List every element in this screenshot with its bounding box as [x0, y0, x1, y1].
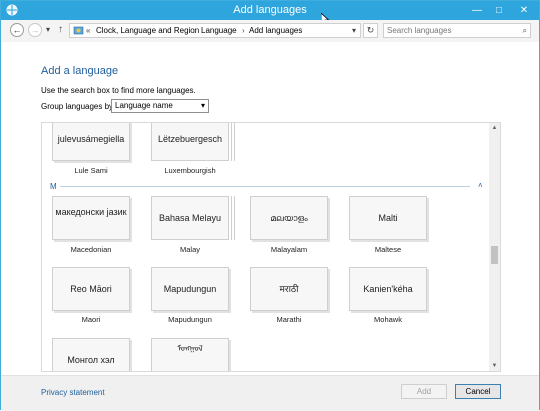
page-title: Add a language: [41, 65, 119, 77]
address-overflow[interactable]: «: [86, 24, 90, 37]
language-label: Malayalam: [270, 245, 308, 254]
group-by-value: Language name: [115, 101, 173, 110]
group-by-label: Group languages by:: [41, 102, 116, 111]
instruction-text: Use the search box to find more language…: [41, 86, 196, 95]
collapse-group-icon[interactable]: ˄: [478, 181, 483, 190]
language-label: Luxembourgish: [164, 166, 216, 175]
scroll-down-icon[interactable]: ▼: [489, 363, 500, 369]
group-by-select[interactable]: Language name ▾: [111, 99, 209, 113]
language-label: Lule Sami: [74, 166, 108, 175]
chevron-down-icon: ▾: [200, 101, 205, 110]
language-tile-macedonian[interactable]: македонски јазик: [52, 196, 130, 240]
close-button[interactable]: ✕: [509, 1, 539, 20]
breadcrumb-add-languages[interactable]: Add languages: [249, 24, 302, 37]
breadcrumb-separator[interactable]: ›: [194, 24, 197, 37]
cancel-button[interactable]: Cancel: [455, 384, 501, 399]
forward-button[interactable]: →: [28, 23, 42, 37]
scroll-up-icon[interactable]: ▲: [489, 125, 500, 131]
address-dropdown-icon[interactable]: ▾: [352, 24, 356, 37]
recent-locations-dropdown[interactable]: ▾: [46, 25, 50, 34]
maximize-button[interactable]: □: [488, 1, 510, 20]
navigation-bar: ← → ▾ ↑ « Clock, Language and Region › L…: [1, 20, 539, 42]
search-input[interactable]: Search languages ⌕: [383, 23, 531, 38]
refresh-button[interactable]: ↻: [363, 23, 378, 38]
language-tile-luxembourgish[interactable]: Lëtzebuergesch: [151, 123, 229, 161]
minimize-button[interactable]: —: [466, 1, 488, 20]
language-tile-malayalam[interactable]: മലയാളം: [250, 196, 328, 240]
language-label: Malay: [179, 245, 200, 254]
language-label: Macedonian: [70, 245, 112, 254]
content-area: Add a language Use the search box to fin…: [1, 42, 539, 375]
breadcrumb-separator[interactable]: ›: [242, 24, 245, 37]
language-label: Marathi: [276, 315, 302, 324]
search-placeholder: Search languages: [387, 26, 452, 35]
language-tile-mohawk[interactable]: Kanien'kéha: [349, 267, 427, 311]
up-button[interactable]: ↑: [58, 24, 63, 35]
language-tile-maori[interactable]: Reo Māori: [52, 267, 130, 311]
breadcrumb-clock-language-region[interactable]: Clock, Language and Region: [96, 24, 199, 37]
footer: Privacy statement Add Cancel: [1, 375, 539, 411]
add-button[interactable]: Add: [401, 384, 447, 399]
language-label: Mapudungun: [168, 315, 212, 324]
language-tile-mongolian[interactable]: Монгол хэл: [52, 338, 130, 371]
language-tile-malay[interactable]: Bahasa Melayu: [151, 196, 229, 240]
language-label: Maori: [81, 315, 101, 324]
language-tile-marathi[interactable]: मराठी: [250, 267, 328, 311]
search-icon[interactable]: ⌕: [523, 24, 527, 37]
language-tile-maltese[interactable]: Malti: [349, 196, 427, 240]
language-tile-mongolian-traditional[interactable]: ᠮᠣᠩᠭᠣᠯ: [151, 338, 229, 371]
group-divider: [60, 186, 470, 187]
control-panel-icon: [73, 26, 84, 35]
title-bar[interactable]: Add languages — □ ✕: [1, 1, 539, 25]
language-label: Maltese: [374, 245, 402, 254]
back-button[interactable]: ←: [10, 23, 24, 37]
breadcrumb-language[interactable]: Language: [201, 24, 237, 37]
language-list[interactable]: julevusámegiella Lule Sami Lëtzebuergesc…: [41, 122, 501, 372]
window-title: Add languages: [233, 4, 307, 16]
language-tile-lule-sami[interactable]: julevusámegiella: [52, 123, 130, 161]
scroll-thumb[interactable]: [491, 246, 498, 264]
vertical-scrollbar[interactable]: ▲ ▼: [489, 123, 500, 371]
language-tile-mapudungun[interactable]: Mapudungun: [151, 267, 229, 311]
privacy-statement-link[interactable]: Privacy statement: [41, 388, 105, 397]
group-header-m[interactable]: M: [50, 182, 57, 191]
language-label: Mohawk: [374, 315, 402, 324]
address-bar[interactable]: « Clock, Language and Region › Language …: [69, 23, 361, 38]
add-languages-window: Add languages — □ ✕ ← → ▾ ↑ « Clock, Lan…: [0, 0, 540, 411]
